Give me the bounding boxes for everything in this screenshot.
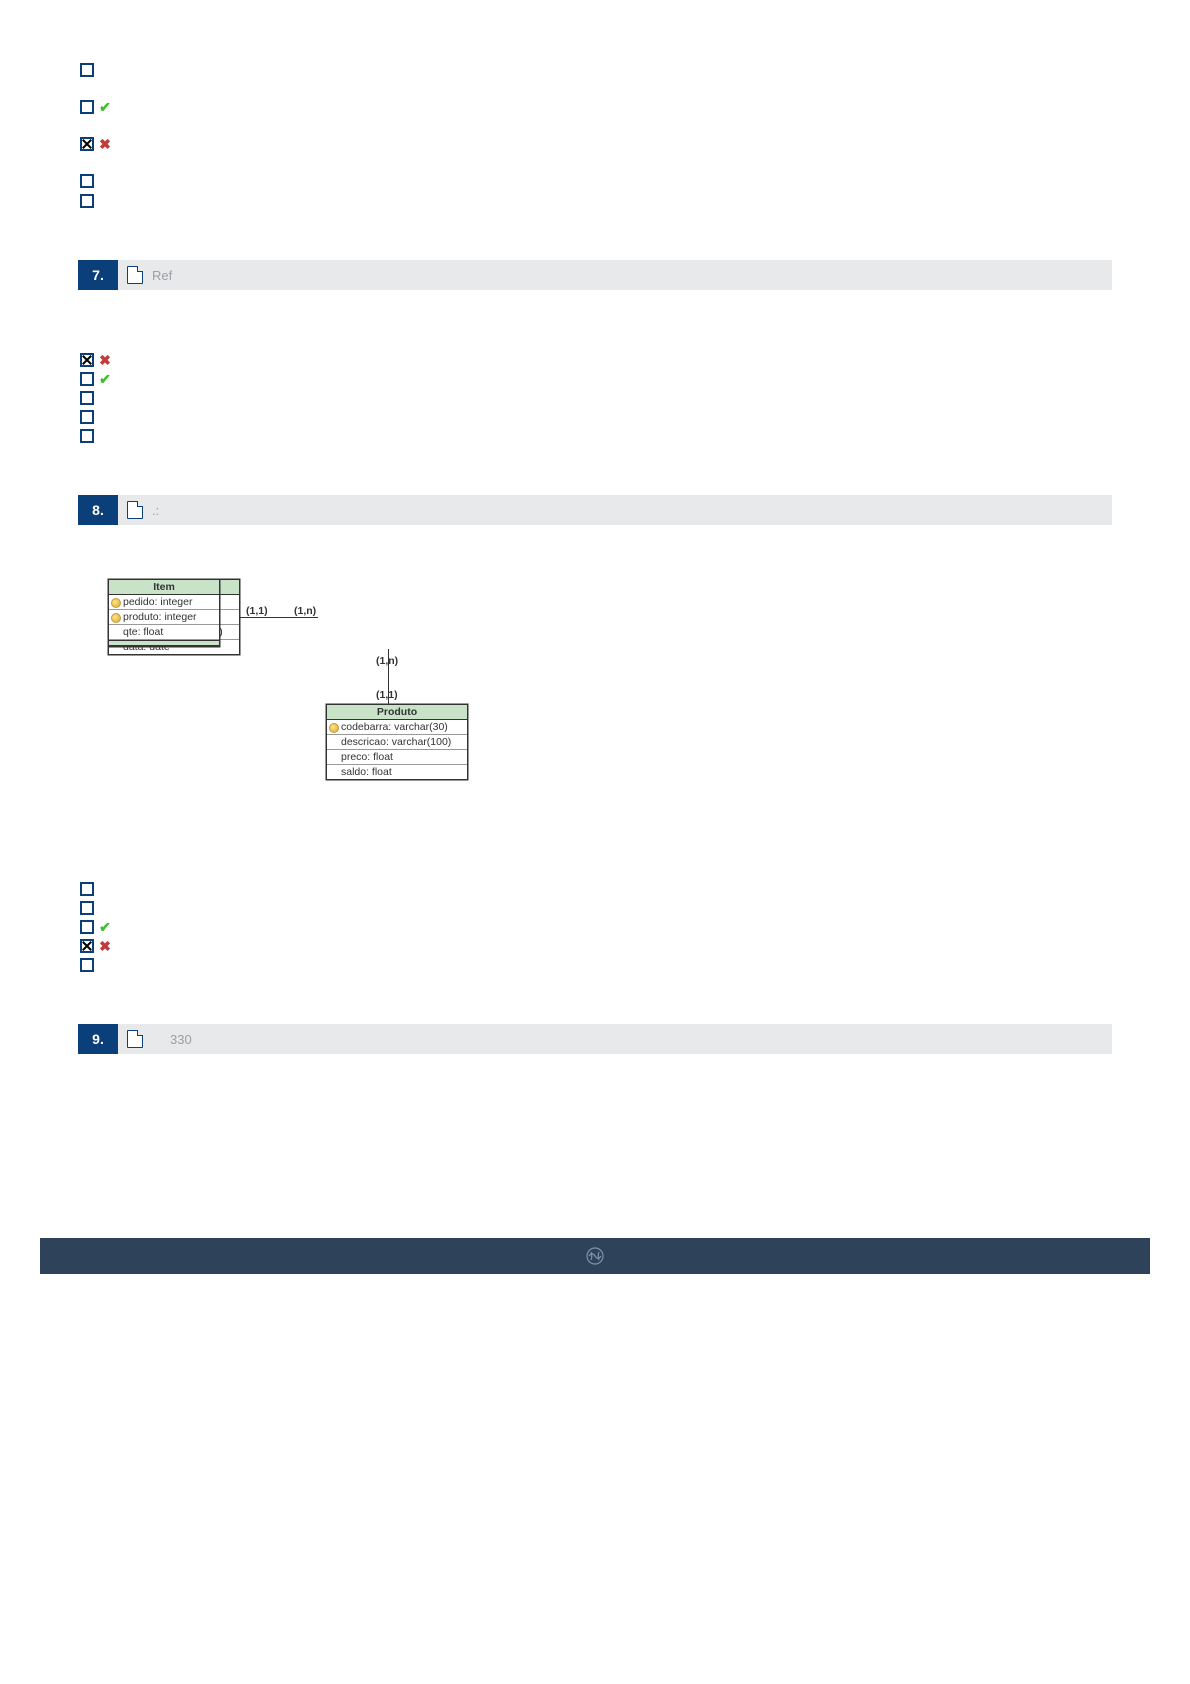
document-icon — [124, 1030, 146, 1048]
checkbox-icon — [80, 429, 94, 443]
checkbox-icon — [80, 958, 94, 972]
answer-option: ✖ — [80, 936, 1112, 955]
entity-field: codebarra: varchar(30) — [327, 720, 467, 735]
checkbox-icon — [80, 194, 94, 208]
answer-option — [80, 60, 1112, 79]
answer-option — [80, 171, 1112, 190]
document-icon — [124, 501, 146, 519]
entity-item: Item pedido: integer produto: integer qt… — [108, 579, 220, 647]
answer-option: ✖ — [80, 350, 1112, 369]
checkbox-checked-icon — [80, 939, 94, 953]
question-number: 7. — [78, 260, 118, 290]
cardinality-label: (1,n) — [376, 655, 398, 667]
check-icon: ✔ — [98, 100, 112, 114]
entity-field: descricao: varchar(100) — [327, 735, 467, 750]
entity-field: saldo: float — [327, 765, 467, 779]
brain-icon — [583, 1244, 607, 1268]
checkbox-checked-icon — [80, 137, 94, 151]
cross-icon: ✖ — [98, 137, 112, 151]
entity-title: Produto — [327, 705, 467, 720]
entity-produto: Produto codebarra: varchar(30) descricao… — [326, 704, 468, 780]
entity-field: produto: integer — [109, 610, 219, 625]
checkbox-icon — [80, 63, 94, 77]
answer-option — [80, 426, 1112, 445]
cardinality-label: (1,1) — [376, 689, 398, 701]
er-diagram: Pedido numero: serial cliente: integer v… — [108, 579, 478, 809]
answer-option — [80, 955, 1112, 974]
question-bar-7: 7. Ref — [78, 260, 1112, 290]
checkbox-icon — [80, 920, 94, 934]
checkbox-icon — [80, 372, 94, 386]
answer-option: ✔ — [80, 97, 1112, 116]
question-text: 330 — [170, 1032, 192, 1047]
question-bar-8: 8. .: — [78, 495, 1112, 525]
answer-option — [80, 191, 1112, 210]
cardinality-label: (1,1) — [246, 605, 268, 617]
answer-option: ✔ — [80, 369, 1112, 388]
question-text: Ref — [152, 268, 172, 283]
document-icon — [124, 266, 146, 284]
cross-icon: ✖ — [98, 353, 112, 367]
answers-block-a: ✔ ✖ — [80, 60, 1112, 210]
page-footer — [40, 1238, 1150, 1274]
entity-field: pedido: integer — [109, 595, 219, 610]
answer-option — [80, 388, 1112, 407]
answer-option: ✔ — [80, 917, 1112, 936]
checkbox-icon — [80, 100, 94, 114]
checkbox-checked-icon — [80, 353, 94, 367]
answer-option — [80, 407, 1112, 426]
question-text: .: — [152, 503, 159, 518]
entity-title: Item — [109, 580, 219, 595]
answers-block-c: ✔ ✖ — [80, 879, 1112, 974]
question-number: 9. — [78, 1024, 118, 1054]
answers-block-b: ✖ ✔ — [80, 350, 1112, 445]
checkbox-icon — [80, 391, 94, 405]
checkbox-icon — [80, 410, 94, 424]
cardinality-label: (1,n) — [294, 605, 316, 617]
answer-option — [80, 879, 1112, 898]
answer-option — [80, 898, 1112, 917]
answer-option: ✖ — [80, 134, 1112, 153]
entity-field: preco: float — [327, 750, 467, 765]
checkbox-icon — [80, 174, 94, 188]
cross-icon: ✖ — [98, 939, 112, 953]
entity-field: qte: float — [109, 625, 219, 640]
checkbox-icon — [80, 882, 94, 896]
question-bar-9: 9. 330 — [78, 1024, 1112, 1054]
check-icon: ✔ — [98, 372, 112, 386]
question-number: 8. — [78, 495, 118, 525]
check-icon: ✔ — [98, 920, 112, 934]
checkbox-icon — [80, 901, 94, 915]
